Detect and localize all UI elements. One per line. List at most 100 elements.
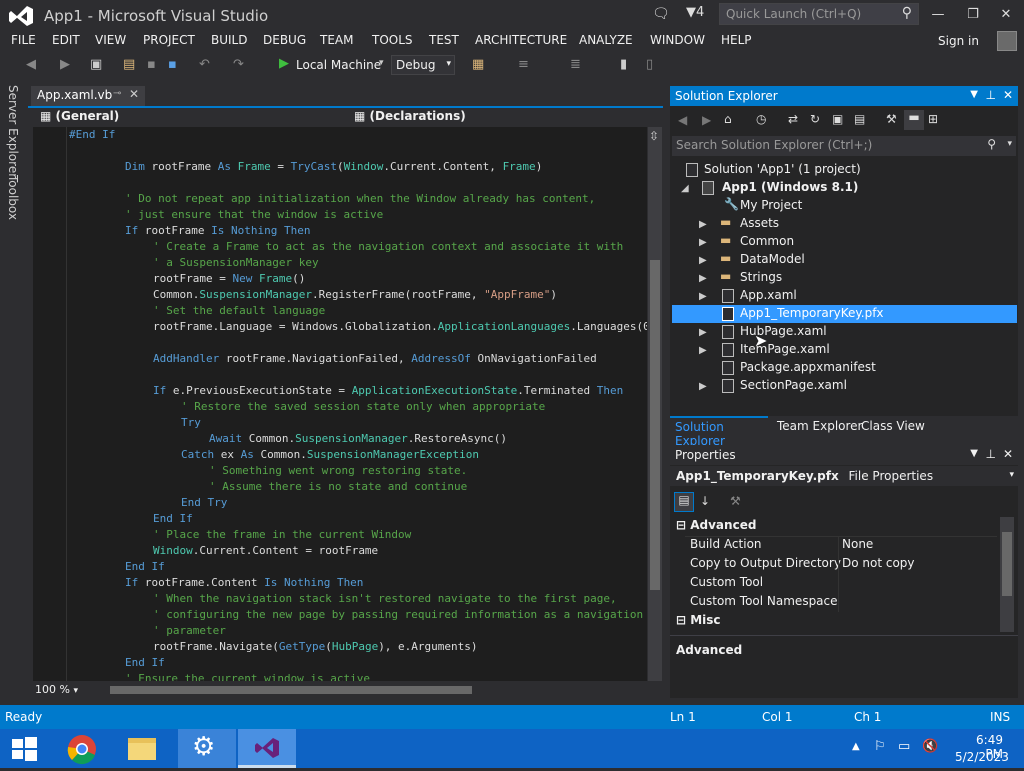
code-editor[interactable]: #End If Dim rootFrame As Frame = TryCast…: [33, 127, 647, 681]
collapsed-arrow-icon[interactable]: ▶: [699, 327, 707, 338]
tab-solution-explorer[interactable]: Solution Explorer: [670, 416, 768, 448]
open-file-icon[interactable]: ▤: [123, 57, 135, 72]
server-explorer-tab[interactable]: Server Explorer: [6, 85, 20, 178]
navigate-back-icon[interactable]: ◀: [26, 57, 36, 72]
tree-item-my-project[interactable]: My Project: [740, 198, 802, 212]
chevron-down-icon[interactable]: ▾: [379, 58, 384, 68]
close-icon[interactable]: ✕: [1003, 447, 1013, 461]
menu-debug[interactable]: DEBUG: [263, 33, 306, 47]
tree-solution[interactable]: Solution 'App1' (1 project): [704, 162, 861, 176]
zoom-select[interactable]: 100 % ▾: [35, 683, 78, 696]
tab-team-explorer[interactable]: Team Explorer: [777, 419, 863, 433]
show-all-files-icon[interactable]: ▤: [854, 112, 865, 126]
collapsed-arrow-icon[interactable]: ▶: [699, 291, 707, 302]
chrome-taskbar-icon[interactable]: [58, 729, 106, 768]
quick-launch-input[interactable]: Quick Launch (Ctrl+Q) ⚲: [719, 3, 919, 25]
tree-item-common[interactable]: Common: [740, 234, 794, 248]
preview-selected-icon[interactable]: ▬: [904, 110, 924, 130]
feedback-flag-icon[interactable]: ▼4: [686, 5, 704, 20]
nav-type-select[interactable]: ▦ (General): [36, 108, 346, 126]
nav-member-select[interactable]: ▦ (Declarations): [350, 108, 658, 126]
close-icon[interactable]: ✕: [1003, 88, 1013, 102]
tab-class-view[interactable]: Class View: [861, 419, 925, 433]
pin-icon[interactable]: ⊥: [986, 88, 996, 102]
tree-item-app-xaml[interactable]: App.xaml: [740, 288, 797, 302]
class-diagram-icon[interactable]: ⊞: [928, 112, 938, 126]
editor-horizontal-scroll-thumb[interactable]: [110, 686, 472, 694]
tree-item-datamodel[interactable]: DataModel: [740, 252, 805, 266]
menu-project[interactable]: PROJECT: [143, 33, 195, 47]
collapsed-arrow-icon[interactable]: ▶: [699, 345, 707, 356]
collapsed-arrow-icon[interactable]: ▶: [699, 237, 707, 248]
chevron-down-icon[interactable]: ▼: [970, 448, 978, 459]
collapsed-arrow-icon[interactable]: ▶: [699, 219, 707, 230]
tree-item-strings[interactable]: Strings: [740, 270, 782, 284]
back-icon[interactable]: ◀: [678, 113, 687, 127]
menu-build[interactable]: BUILD: [211, 33, 247, 47]
sign-in-link[interactable]: Sign in: [938, 34, 979, 48]
menu-architecture[interactable]: ARCHITECTURE: [475, 33, 567, 47]
chevron-down-icon[interactable]: ▼: [970, 89, 978, 100]
pin-icon[interactable]: ⊸: [113, 88, 121, 99]
indent-icon[interactable]: ≣: [570, 57, 581, 72]
new-project-icon[interactable]: ▣: [90, 57, 102, 72]
split-icon[interactable]: ⇳: [649, 129, 659, 143]
menu-help[interactable]: HELP: [721, 33, 752, 47]
properties-header[interactable]: Properties ▼ ⊥ ✕: [670, 445, 1018, 465]
network-icon[interactable]: ▭: [898, 739, 910, 754]
tree-item-sectionpage[interactable]: SectionPage.xaml: [740, 378, 847, 392]
menu-analyze[interactable]: ANALYZE: [579, 33, 633, 47]
category-advanced[interactable]: ⊟ Advanced: [676, 518, 756, 532]
prop-value-build-action[interactable]: None: [842, 537, 873, 551]
editor-tab-app-xaml-vb[interactable]: App.xaml.vb ⊸ ✕: [31, 86, 145, 106]
menu-tools[interactable]: TOOLS: [372, 33, 413, 47]
notification-icon[interactable]: 🗨: [652, 6, 670, 22]
forward-icon[interactable]: ▶: [702, 113, 711, 127]
maximize-button[interactable]: ❐: [960, 4, 986, 26]
comment-icon[interactable]: ≡: [518, 57, 529, 72]
toolbox-tab[interactable]: Toolbox: [6, 175, 20, 220]
tree-project[interactable]: App1 (Windows 8.1): [722, 180, 858, 194]
menu-window[interactable]: WINDOW: [650, 33, 705, 47]
tree-item-temporary-key[interactable]: App1_TemporaryKey.pfx: [740, 306, 884, 320]
show-hidden-icons-icon[interactable]: ▲: [852, 741, 860, 752]
menu-view[interactable]: VIEW: [95, 33, 126, 47]
expand-arrow-icon[interactable]: ◢: [681, 183, 689, 194]
undo-icon[interactable]: ↶: [199, 57, 210, 72]
start-button[interactable]: [0, 729, 48, 768]
categorized-icon[interactable]: ▤: [674, 492, 694, 512]
visual-studio-taskbar-icon[interactable]: [238, 729, 296, 768]
solution-configuration-select[interactable]: Debug ▾: [391, 55, 455, 75]
column-divider[interactable]: [838, 536, 839, 612]
sync-icon[interactable]: ⇄: [788, 112, 798, 126]
settings-taskbar-icon[interactable]: ⚙: [178, 729, 236, 768]
prop-value-copy-output[interactable]: Do not copy: [842, 556, 915, 570]
file-explorer-taskbar-icon[interactable]: [118, 729, 166, 768]
menu-edit[interactable]: EDIT: [52, 33, 80, 47]
collapsed-arrow-icon[interactable]: ▶: [699, 255, 707, 266]
refresh-icon[interactable]: ↻: [810, 112, 820, 126]
navigate-forward-icon[interactable]: ▶: [60, 57, 70, 72]
close-button[interactable]: ✕: [993, 4, 1019, 26]
volume-muted-icon[interactable]: 🔇: [922, 739, 938, 754]
save-icon[interactable]: ▪: [147, 57, 156, 72]
home-icon[interactable]: ⌂: [724, 112, 732, 126]
tree-item-assets[interactable]: Assets: [740, 216, 779, 230]
properties-object-select[interactable]: App1_TemporaryKey.pfx File Properties ▾: [670, 466, 1018, 486]
chevron-down-icon[interactable]: ▾: [1007, 139, 1012, 149]
start-debugging-icon[interactable]: ▶: [279, 56, 289, 71]
close-tab-icon[interactable]: ✕: [129, 87, 139, 101]
clock-date[interactable]: 5/2/2023: [955, 750, 1009, 764]
bookmark-prev-icon[interactable]: ▯: [646, 57, 653, 72]
collapsed-arrow-icon[interactable]: ▶: [699, 273, 707, 284]
pin-icon[interactable]: ⊥: [986, 447, 996, 461]
property-pages-icon[interactable]: ⚒: [730, 494, 741, 508]
category-misc[interactable]: ⊟ Misc: [676, 613, 721, 627]
find-in-files-icon[interactable]: ▦: [472, 57, 484, 72]
properties-scroll-thumb[interactable]: [1002, 532, 1012, 596]
account-avatar-icon[interactable]: [997, 31, 1017, 51]
redo-icon[interactable]: ↷: [233, 57, 244, 72]
action-center-flag-icon[interactable]: ⚐: [874, 739, 886, 754]
editor-vertical-scroll-thumb[interactable]: [650, 260, 660, 590]
solution-explorer-search[interactable]: Search Solution Explorer (Ctrl+;) ⚲ ▾: [672, 136, 1016, 156]
